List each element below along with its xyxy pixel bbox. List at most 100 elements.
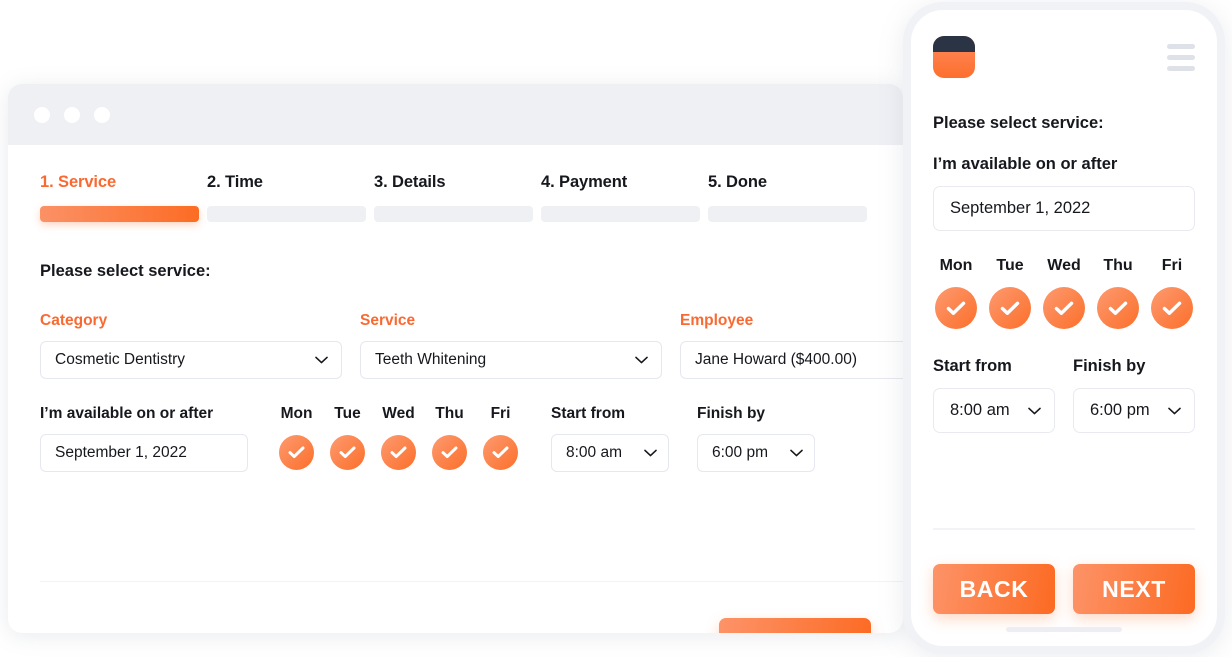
step-label: 2. Time: [207, 173, 263, 191]
service-select[interactable]: Teeth Whitening: [360, 341, 662, 379]
next-button[interactable]: NEXT: [719, 618, 871, 633]
hamburger-bar: [1167, 44, 1195, 49]
step-progress-bar: [207, 206, 366, 222]
mobile-weekday-checkbox[interactable]: [1151, 287, 1193, 329]
finish-by-group: Finish by 6:00 pm: [697, 405, 815, 472]
weekday-label: Mon: [280, 405, 313, 422]
step-progress-bar: [708, 206, 867, 222]
mobile-finish-by-value: 6:00 pm: [1090, 401, 1150, 419]
service-value: Teeth Whitening: [375, 351, 487, 368]
chevron-down-icon: [315, 356, 328, 364]
available-date-label: I’m available on or after: [40, 405, 214, 422]
window-close-dot[interactable]: [34, 106, 50, 123]
mobile-finish-by-label: Finish by: [1073, 357, 1146, 375]
step-progress-bar: [541, 206, 700, 222]
category-select[interactable]: Cosmetic Dentistry: [40, 341, 342, 379]
weekday-label: Tue: [996, 257, 1024, 274]
step-5-done[interactable]: 5. Done: [708, 173, 867, 222]
available-date-input[interactable]: September 1, 2022: [40, 434, 248, 472]
step-progress-bar: [40, 206, 199, 222]
employee-select[interactable]: Jane Howard ($400.00): [680, 341, 903, 379]
footer-divider: [40, 581, 903, 582]
chevron-down-icon: [790, 449, 803, 457]
weekday-label: Thu: [435, 405, 464, 422]
weekday-checkbox[interactable]: [330, 435, 365, 470]
finish-by-value: 6:00 pm: [712, 444, 769, 461]
mobile-start-from-select[interactable]: 8:00 am: [933, 388, 1055, 433]
chevron-down-icon: [644, 449, 657, 457]
category-label: Category: [40, 312, 108, 329]
app-logo-icon: [933, 36, 975, 78]
mobile-weekday-mon: Mon: [933, 257, 979, 329]
mobile-weekday-checkbox-group: Mon Tue Wed Thu Fri: [933, 257, 1195, 329]
mobile-weekday-checkbox[interactable]: [935, 287, 977, 329]
category-field: Category Cosmetic Dentistry: [40, 312, 342, 379]
desktop-browser-window: 1. Service 2. Time 3. Details 4. Payment…: [8, 84, 903, 633]
employee-label: Employee: [680, 312, 754, 329]
chevron-down-icon: [1168, 407, 1181, 415]
mobile-available-date-label: I’m available on or after: [933, 155, 1118, 173]
hamburger-menu-icon[interactable]: [1167, 36, 1195, 71]
step-label: 3. Details: [374, 173, 446, 191]
next-button[interactable]: NEXT: [1073, 564, 1195, 614]
chevron-down-icon: [635, 356, 648, 364]
chevron-down-icon: [1028, 407, 1041, 415]
step-label: 4. Payment: [541, 173, 628, 191]
service-selection-row: Category Cosmetic Dentistry Service Teet…: [40, 312, 903, 379]
home-indicator: [1006, 627, 1122, 632]
mobile-header: [933, 36, 1195, 78]
hamburger-bar: [1167, 66, 1195, 71]
step-1-service[interactable]: 1. Service: [40, 173, 199, 222]
weekday-checkbox[interactable]: [483, 435, 518, 470]
mobile-start-from-group: Start from 8:00 am: [933, 357, 1055, 433]
mobile-footer-divider: [933, 528, 1195, 530]
available-date-group: I’m available on or after September 1, 2…: [40, 405, 248, 472]
mobile-weekday-checkbox[interactable]: [989, 287, 1031, 329]
mobile-available-date-input[interactable]: September 1, 2022: [933, 186, 1195, 231]
mobile-time-range-row: Start from 8:00 am Finish by 6:00 pm: [933, 357, 1195, 433]
mobile-screen: Please select service: I’m available on …: [911, 10, 1217, 646]
weekday-checkbox[interactable]: [432, 435, 467, 470]
mobile-device-frame: Please select service: I’m available on …: [903, 2, 1225, 654]
employee-field: Employee Jane Howard ($400.00): [680, 312, 903, 379]
start-from-value: 8:00 am: [566, 444, 623, 461]
hamburger-bar: [1167, 55, 1195, 60]
weekday-label: Thu: [1103, 257, 1133, 274]
start-from-select[interactable]: 8:00 am: [551, 434, 669, 472]
window-titlebar: [8, 84, 903, 145]
employee-value: Jane Howard ($400.00): [695, 351, 857, 368]
desktop-content: 1. Service 2. Time 3. Details 4. Payment…: [8, 145, 903, 633]
step-2-time[interactable]: 2. Time: [207, 173, 366, 222]
mobile-page-title: Please select service:: [933, 114, 1104, 132]
weekday-label: Fri: [490, 405, 511, 422]
mobile-weekday-checkbox[interactable]: [1097, 287, 1139, 329]
finish-by-label: Finish by: [697, 405, 766, 422]
booking-step-indicator: 1. Service 2. Time 3. Details 4. Payment…: [40, 173, 867, 222]
weekday-label: Wed: [382, 405, 415, 422]
step-4-payment[interactable]: 4. Payment: [541, 173, 700, 222]
mobile-weekday-fri: Fri: [1149, 257, 1195, 329]
step-3-details[interactable]: 3. Details: [374, 173, 533, 222]
weekday-tue: Tue: [327, 405, 368, 470]
mobile-finish-by-select[interactable]: 6:00 pm: [1073, 388, 1195, 433]
step-label: 5. Done: [708, 173, 767, 191]
mobile-weekday-checkbox[interactable]: [1043, 287, 1085, 329]
weekday-checkbox[interactable]: [381, 435, 416, 470]
back-button[interactable]: BACK: [933, 564, 1055, 614]
mobile-start-from-label: Start from: [933, 357, 1012, 375]
weekday-checkbox-group: Mon Tue Wed Thu Fri: [276, 405, 521, 470]
weekday-wed: Wed: [378, 405, 419, 470]
window-maximize-dot[interactable]: [94, 106, 110, 123]
step-label: 1. Service: [40, 173, 117, 191]
mobile-weekday-wed: Wed: [1041, 257, 1087, 329]
weekday-label: Wed: [1047, 257, 1081, 274]
weekday-label: Mon: [939, 257, 973, 274]
page-title: Please select service:: [40, 262, 211, 280]
weekday-fri: Fri: [480, 405, 521, 470]
window-minimize-dot[interactable]: [64, 106, 80, 123]
finish-by-select[interactable]: 6:00 pm: [697, 434, 815, 472]
available-date-value: September 1, 2022: [55, 444, 187, 461]
weekday-label: Tue: [334, 405, 361, 422]
mobile-weekday-thu: Thu: [1095, 257, 1141, 329]
weekday-checkbox[interactable]: [279, 435, 314, 470]
